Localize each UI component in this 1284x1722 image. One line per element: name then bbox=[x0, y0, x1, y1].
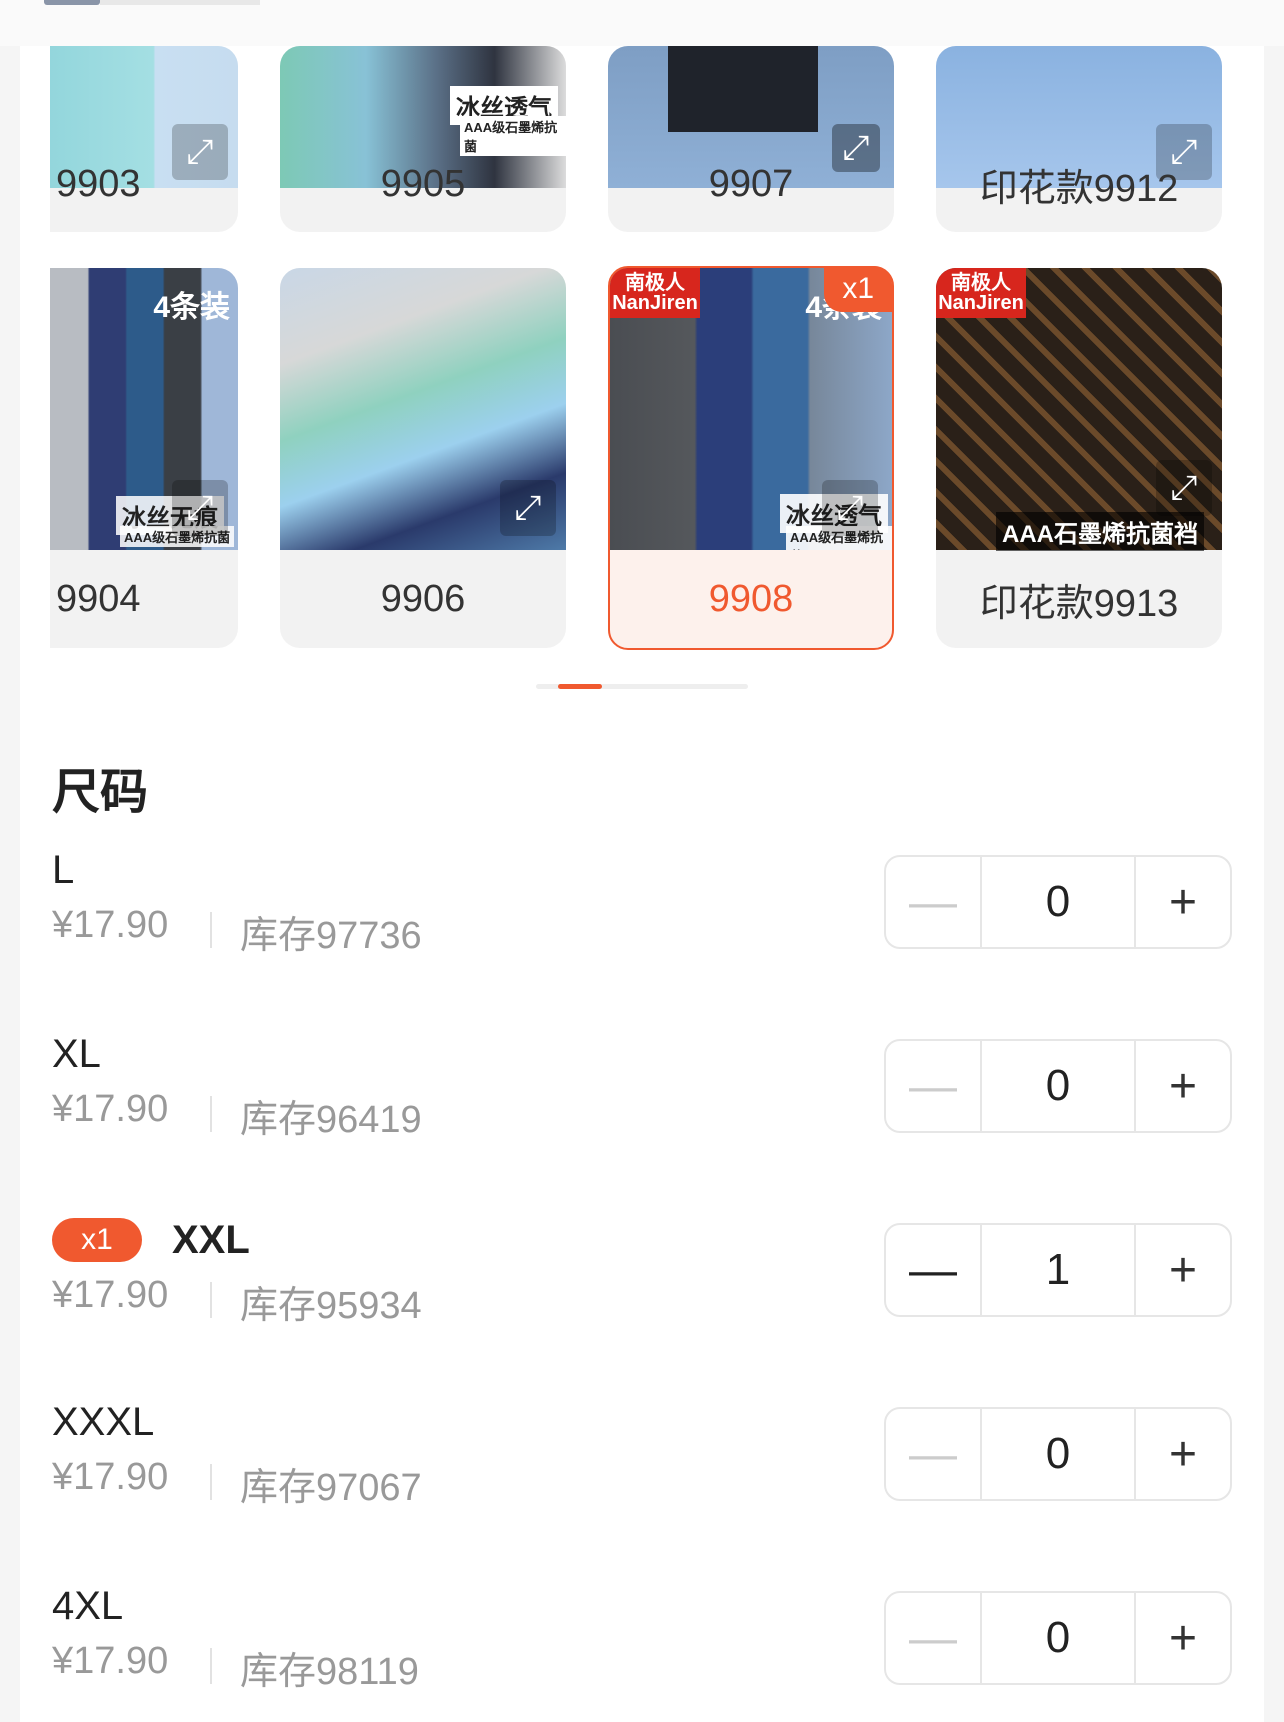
variant-card-9913[interactable]: 南极人 NanJiren AAA石墨烯抗菌裆 ⤢ 印花款9913 bbox=[936, 268, 1222, 648]
quantity-value[interactable]: 0 bbox=[982, 857, 1134, 947]
divider bbox=[210, 1282, 212, 1318]
variant-label: 9905 bbox=[380, 162, 466, 205]
pack-label: 4条装 bbox=[153, 291, 230, 324]
expand-icon[interactable]: ⤢ bbox=[172, 480, 228, 536]
increase-button[interactable]: + bbox=[1134, 1041, 1230, 1131]
variant-label: 印花款9913 bbox=[979, 582, 1179, 625]
variant-label: 9906 bbox=[380, 577, 466, 620]
decrease-button[interactable]: — bbox=[886, 1409, 982, 1499]
increase-button[interactable]: + bbox=[1134, 857, 1230, 947]
size-stock: 库存96419 bbox=[240, 1099, 422, 1141]
size-label: XXL bbox=[172, 1218, 250, 1262]
divider bbox=[210, 1096, 212, 1132]
variant-card-9905[interactable]: 冰丝无痕 冰丝透气 AAA级石墨烯抗菌 9905 bbox=[280, 46, 566, 232]
size-stock: 库存95934 bbox=[240, 1285, 422, 1327]
quantity-stepper-xxxl: — 0 + bbox=[884, 1407, 1232, 1501]
size-section-title: 尺码 bbox=[52, 766, 149, 819]
increase-button[interactable]: + bbox=[1134, 1225, 1230, 1315]
size-stock: 库存98119 bbox=[240, 1651, 419, 1693]
decrease-button[interactable]: — bbox=[886, 857, 982, 947]
variant-label: 9907 bbox=[708, 162, 794, 205]
quantity-stepper-4xl: — 0 + bbox=[884, 1591, 1232, 1685]
decrease-button[interactable]: — bbox=[886, 1593, 982, 1683]
carousel-scroll-indicator bbox=[536, 684, 748, 689]
size-stock: 库存97736 bbox=[240, 915, 422, 957]
quantity-stepper-xl: — 0 + bbox=[884, 1039, 1232, 1133]
size-price: ¥17.90 bbox=[52, 1640, 169, 1682]
variant-image: 4条装 冰丝无痕 AAA级石墨烯抗菌 ⤢ bbox=[50, 268, 238, 550]
expand-icon[interactable]: ⤢ bbox=[822, 480, 878, 536]
top-bar bbox=[0, 0, 1284, 46]
variant-label: 9903 bbox=[56, 162, 141, 205]
variant-card-9908[interactable]: 南极人 NanJiren 4条装 冰丝透气 AAA级石墨烯抗菌 ⤢ x1 990… bbox=[608, 266, 894, 650]
expand-icon[interactable]: ⤢ bbox=[500, 480, 556, 536]
decrease-button[interactable]: — bbox=[886, 1225, 982, 1315]
selected-count-badge: x1 bbox=[52, 1218, 142, 1262]
divider bbox=[210, 912, 212, 948]
divider bbox=[210, 1464, 212, 1500]
product-swatch bbox=[668, 46, 818, 132]
quantity-value[interactable]: 0 bbox=[982, 1593, 1134, 1683]
top-tab-track bbox=[100, 0, 260, 5]
brand-logo: 南极人 NanJiren bbox=[610, 268, 700, 318]
quantity-value[interactable]: 1 bbox=[982, 1225, 1134, 1315]
top-tab-indicator bbox=[44, 0, 100, 5]
image-caption: AAA石墨烯抗菌裆 bbox=[996, 512, 1204, 551]
variant-label: 9904 bbox=[56, 577, 141, 620]
variant-card-9903[interactable]: ⤢ 9903 bbox=[50, 46, 238, 232]
quantity-stepper-xxl: — 1 + bbox=[884, 1223, 1232, 1317]
variant-label: 9908 bbox=[708, 577, 794, 620]
size-price: ¥17.90 bbox=[52, 1456, 169, 1498]
size-price: ¥17.90 bbox=[52, 1274, 169, 1316]
variant-card-9907[interactable]: ⤢ 9907 bbox=[608, 46, 894, 232]
variant-label: 印花款9912 bbox=[979, 167, 1179, 210]
size-stock: 库存97067 bbox=[240, 1467, 422, 1509]
variant-image: ⤢ bbox=[280, 268, 566, 550]
size-price: ¥17.90 bbox=[52, 904, 169, 946]
brand-logo: 南极人 NanJiren bbox=[936, 268, 1026, 318]
selected-count-badge: x1 bbox=[824, 266, 892, 312]
size-price: ¥17.90 bbox=[52, 1088, 169, 1130]
decrease-button[interactable]: — bbox=[886, 1041, 982, 1131]
variant-card-9912[interactable]: ⤢ 印花款9912 bbox=[936, 46, 1222, 232]
quantity-stepper-l: — 0 + bbox=[884, 855, 1232, 949]
carousel-scroll-thumb bbox=[558, 684, 602, 689]
variant-image: 南极人 NanJiren AAA石墨烯抗菌裆 ⤢ bbox=[936, 268, 1222, 551]
variant-card-9906[interactable]: ⤢ 9906 bbox=[280, 268, 566, 648]
variant-card-9904[interactable]: 4条装 冰丝无痕 AAA级石墨烯抗菌 ⤢ 9904 bbox=[50, 268, 238, 648]
increase-button[interactable]: + bbox=[1134, 1593, 1230, 1683]
size-label: XXXL bbox=[52, 1400, 155, 1444]
expand-icon[interactable]: ⤢ bbox=[1156, 460, 1212, 516]
size-label: 4XL bbox=[52, 1584, 124, 1628]
divider bbox=[210, 1648, 212, 1684]
increase-button[interactable]: + bbox=[1134, 1409, 1230, 1499]
size-label: XL bbox=[52, 1032, 101, 1076]
size-label: L bbox=[52, 848, 75, 892]
quantity-value[interactable]: 0 bbox=[982, 1041, 1134, 1131]
quantity-value[interactable]: 0 bbox=[982, 1409, 1134, 1499]
